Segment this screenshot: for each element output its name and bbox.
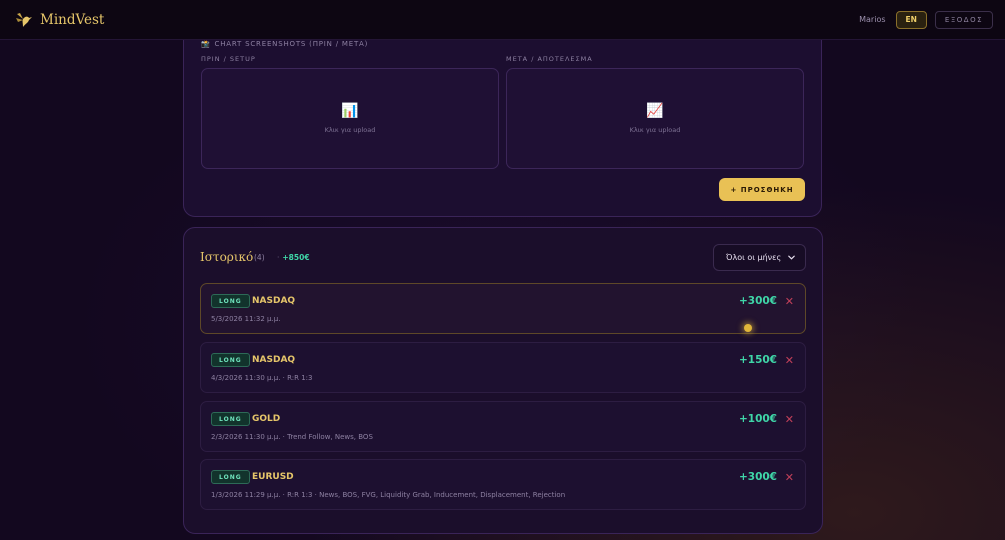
brand[interactable]: MindVest — [14, 10, 104, 30]
hummingbird-logo-icon — [14, 10, 34, 30]
mouse-cursor-indicator — [744, 324, 752, 332]
trade-meta: 1/3/2026 11:29 μ.μ. · R:R 1:3 · News, BO… — [211, 491, 566, 499]
trade-meta: 4/3/2026 11:30 μ.μ. · R:R 1:3 — [211, 374, 313, 382]
top-navbar: MindVest Marios EN ΕΞΟΔΟΣ — [0, 0, 1005, 40]
direction-badge: LONG — [211, 412, 250, 426]
direction-badge: LONG — [211, 294, 250, 308]
trade-pnl: +300€ — [738, 471, 777, 483]
month-filter-select[interactable]: Όλοι οι μήνες — [713, 244, 806, 271]
camera-icon: 📸 — [201, 40, 211, 48]
username: Marios — [859, 15, 886, 24]
after-label: ΜΕΤΑ / ΑΠΟΤΕΛΕΣΜΑ — [506, 55, 593, 63]
direction-badge: LONG — [211, 470, 250, 484]
trade-meta: 2/3/2026 11:30 μ.μ. · Trend Follow, News… — [211, 433, 373, 441]
nav-actions: Marios EN ΕΞΟΔΟΣ — [859, 10, 993, 29]
history-total-wrap: · +850€ — [277, 253, 310, 262]
before-label: ΠΡΙΝ / SETUP — [201, 55, 256, 63]
upload-before-dropzone[interactable]: 📊 Κλικ για upload — [201, 68, 499, 169]
add-trade-button[interactable]: + ΠΡΟΣΘΗΚΗ — [719, 178, 805, 201]
chevron-down-icon — [788, 255, 795, 260]
delete-trade-icon[interactable]: ✕ — [785, 471, 794, 484]
upload-hint: Κλικ για upload — [629, 126, 681, 134]
trade-pnl: +100€ — [738, 413, 777, 425]
trade-row[interactable]: LONG NASDAQ 4/3/2026 11:30 μ.μ. · R:R 1:… — [200, 342, 806, 393]
delete-trade-icon[interactable]: ✕ — [785, 413, 794, 426]
logout-button[interactable]: ΕΞΟΔΟΣ — [934, 10, 993, 29]
trade-meta: 5/3/2026 11:32 μ.μ. — [211, 315, 281, 323]
trending-up-icon: 📈 — [646, 103, 664, 119]
separator-dot: · — [277, 253, 280, 262]
history-title: Ιστορικό — [200, 250, 254, 264]
trade-row[interactable]: LONG GOLD 2/3/2026 11:30 μ.μ. · Trend Fo… — [200, 401, 806, 452]
upload-hint: Κλικ για upload — [324, 126, 376, 134]
language-toggle-button[interactable]: EN — [895, 10, 927, 29]
delete-trade-icon[interactable]: ✕ — [785, 354, 794, 367]
trade-symbol: GOLD — [252, 414, 281, 424]
trade-pnl: +300€ — [738, 295, 777, 307]
app-name: MindVest — [40, 11, 105, 28]
screenshots-section-title: CHART SCREENSHOTS (ΠΡΙΝ / ΜΕΤΑ) — [214, 40, 369, 48]
trade-pnl: +150€ — [738, 354, 777, 366]
screenshots-section-header: 📸 CHART SCREENSHOTS (ΠΡΙΝ / ΜΕΤΑ) — [201, 40, 368, 48]
trade-symbol: NASDAQ — [252, 355, 296, 365]
month-filter-value: Όλοι οι μήνες — [726, 253, 782, 262]
history-total: +850€ — [282, 253, 310, 262]
trade-row[interactable]: LONG EURUSD 1/3/2026 11:29 μ.μ. · R:R 1:… — [200, 459, 806, 510]
bar-chart-icon: 📊 — [341, 103, 359, 119]
trade-symbol: EURUSD — [252, 472, 294, 482]
direction-badge: LONG — [211, 353, 250, 367]
upload-after-dropzone[interactable]: 📈 Κλικ για upload — [506, 68, 804, 169]
delete-trade-icon[interactable]: ✕ — [785, 295, 794, 308]
history-count: (4) — [254, 253, 265, 262]
trade-row[interactable]: LONG NASDAQ 5/3/2026 11:32 μ.μ. +300€ ✕ — [200, 283, 806, 334]
trade-symbol: NASDAQ — [252, 296, 296, 306]
